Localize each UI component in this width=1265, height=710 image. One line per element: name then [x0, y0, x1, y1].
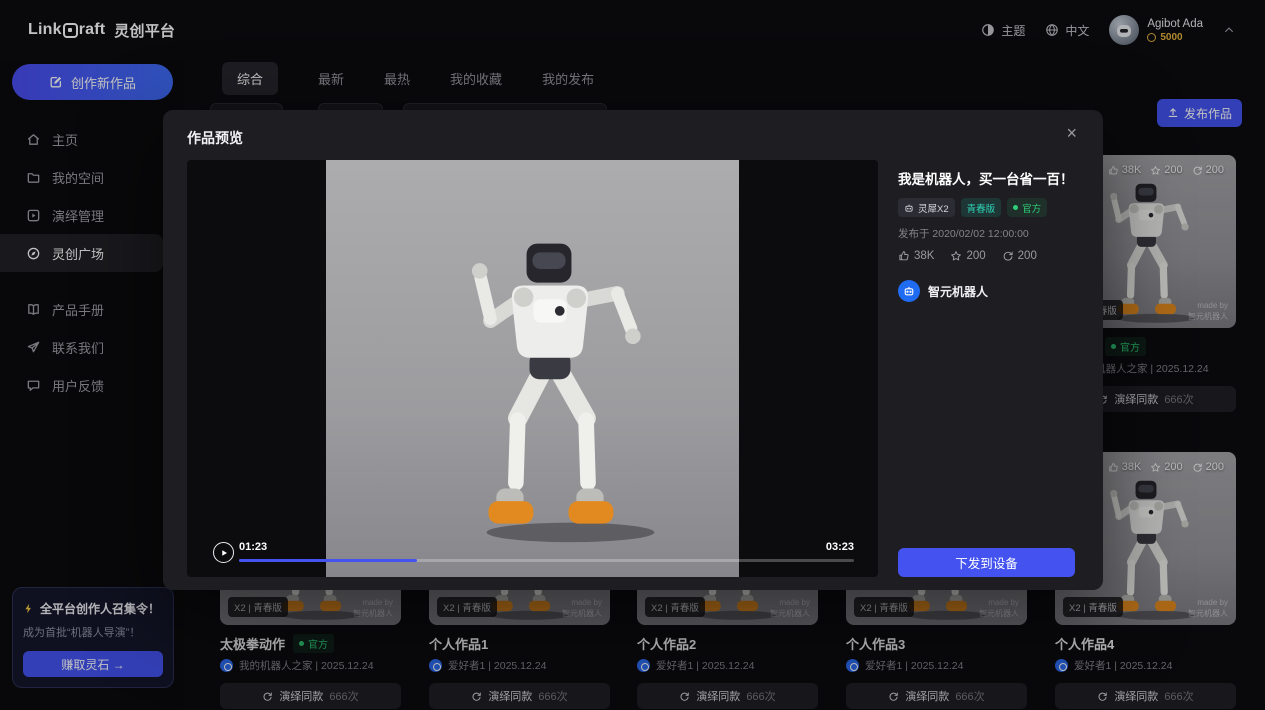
model-badge: 灵犀X2 — [898, 198, 955, 217]
work-preview-modal: 作品预览 × 01:23 03:23 我是机器人，买一台省一百！ 灵犀X2 — [163, 110, 1103, 590]
creator-row[interactable]: 智元机器人 — [898, 280, 1075, 302]
star-count: 200 — [966, 250, 985, 262]
video-frame — [326, 160, 739, 577]
work-details-panel: 我是机器人，买一台省一百！ 灵犀X2 青春版 官方 发布于 2020/02/02… — [898, 168, 1075, 577]
total-duration: 03:23 — [826, 541, 854, 553]
official-badge: 官方 — [1007, 198, 1047, 217]
app-window: Link raft 灵创平台 主题 中文 — [0, 0, 1265, 710]
creator-avatar — [898, 280, 920, 302]
official-dot — [1013, 205, 1018, 210]
modal-title: 作品预览 — [187, 128, 243, 148]
publish-date: 发布于 2020/02/02 12:00:00 — [898, 226, 1075, 241]
video-progress-fill — [239, 559, 417, 562]
share-count: 200 — [1018, 250, 1037, 262]
creator-name: 智元机器人 — [928, 283, 988, 300]
play-button[interactable] — [213, 542, 234, 563]
robot-chip-icon — [904, 203, 914, 213]
work-stats-row: 38K 200 200 — [898, 250, 1075, 262]
robot-video-image — [432, 227, 666, 549]
video-player[interactable]: 01:23 03:23 — [187, 160, 878, 577]
star-icon — [950, 250, 962, 262]
play-icon — [220, 549, 228, 557]
current-time: 01:23 — [239, 541, 267, 553]
edition-badge: 青春版 — [961, 198, 1002, 217]
video-progress-track[interactable] — [239, 559, 854, 562]
like-count: 38K — [914, 250, 934, 262]
work-title: 我是机器人，买一台省一百！ — [898, 168, 1075, 188]
close-icon[interactable]: × — [1066, 124, 1077, 142]
deploy-to-device-button[interactable]: 下发到设备 — [898, 548, 1075, 577]
work-badges: 灵犀X2 青春版 官方 — [898, 198, 1075, 217]
like-icon — [898, 250, 910, 262]
share-icon — [1002, 250, 1014, 262]
